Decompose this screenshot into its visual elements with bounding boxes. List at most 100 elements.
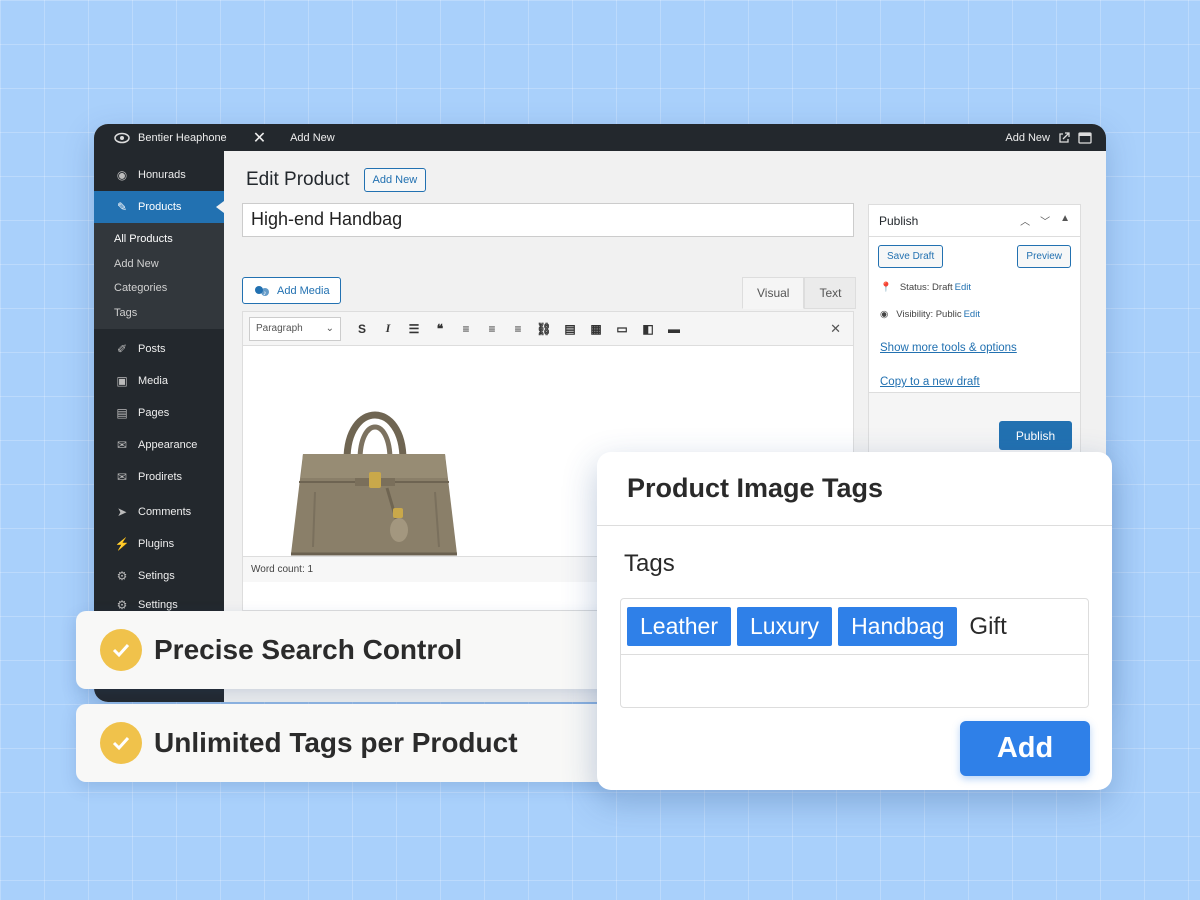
check-icon [100,722,142,764]
settings-icon: ⚙ [116,569,128,583]
feature-label: Precise Search Control [154,634,463,665]
product-title-input[interactable]: High-end Handbag [242,203,854,237]
triangle-up-icon[interactable]: ▲ [1060,213,1070,228]
bullet-list-icon[interactable]: ☰ [401,322,427,336]
align-left-icon[interactable]: ≡ [453,322,479,336]
tags-card-title: Product Image Tags [597,452,1112,526]
adminbar-right: Add New [1005,132,1092,144]
sidebar-item-label: Pages [138,407,170,419]
chevron-up-icon[interactable]: ︿ [1020,213,1030,228]
fullscreen-icon[interactable]: ▬ [661,322,687,336]
feature-precise-search: Precise Search Control [76,611,616,689]
link-icon[interactable]: ⛓ [531,322,557,336]
strikethrough-icon[interactable]: S [349,322,375,336]
pin-icon: 📍 [880,282,892,293]
align-right-icon[interactable]: ≡ [505,322,531,336]
status-edit-link[interactable]: Edit [955,282,971,293]
blockquote-icon[interactable]: ❝ [427,322,453,336]
check-icon [100,629,142,671]
submenu-tags[interactable]: Tags [94,301,224,326]
pin-icon: ✎ [116,200,128,214]
add-media-button[interactable]: ♪ Add Media [242,277,341,304]
format-select-value: Paragraph [256,323,303,334]
tag-input-box[interactable]: Leather Luxury Handbag Gift [620,598,1089,708]
sidebar-item-prodirets[interactable]: ✉ Prodirets [94,461,224,493]
adminbar-add-new-right[interactable]: Add New [1005,132,1050,144]
tag-row: Leather Luxury Handbag Gift [621,599,1088,655]
site-name: Bentier Heaphone [138,131,227,144]
editor-toolbar: Paragraph ⌄ S I ☰ ❝ ≡ ≡ ≡ ⛓ ▤ ▦ ▭ ◧ ▬ ✕ [243,312,853,346]
page-title-row: Edit Product Add New [246,168,427,192]
close-icon[interactable]: ✕ [253,128,266,148]
pages-icon: ▤ [116,406,128,420]
products-icon: ✉ [116,470,128,484]
sidebar-item-label: Posts [138,343,166,355]
tab-visual[interactable]: Visual [742,277,805,309]
sidebar-item-label: Plugins [138,538,175,550]
sidebar-item-label: Products [138,201,182,213]
dashboard-icon: ◉ [116,168,128,182]
sidebar-item-plugins[interactable]: ⚡ Plugins [94,528,224,560]
preview-button[interactable]: Preview [1017,245,1071,268]
sidebar-item-comments[interactable]: ➤ Comments [94,496,224,528]
svg-text:♪: ♪ [263,290,267,297]
chevron-down-icon: ⌄ [325,323,334,334]
visibility-line: ◉ Visibility: Public Edit [869,309,1080,320]
publish-arrows: ︿ ﹀ ▲ [1020,213,1070,228]
product-image-tags-card: Product Image Tags Tags Leather Luxury H… [597,452,1112,790]
sidebar-item-pages[interactable]: ▤ Pages [94,397,224,429]
add-new-button[interactable]: Add New [363,168,427,192]
sidebar-item-label: Media [138,375,168,387]
sidebar-item-posts[interactable]: ✐ Posts [94,333,224,365]
sidebar-item-appearance[interactable]: ✉ Appearance [94,429,224,461]
status-label: Status: Draft [899,282,953,293]
submenu-categories[interactable]: Categories [94,276,224,301]
sidebar-item-media[interactable]: ▣ Media [94,365,224,397]
italic-icon[interactable]: I [375,321,401,336]
sidebar-item-label: Prodirets [138,471,183,483]
eye-icon: ◉ [880,309,889,320]
publish-button[interactable]: Publish [999,421,1072,450]
format-select[interactable]: Paragraph ⌄ [249,316,341,341]
video-icon[interactable]: ◧ [635,322,661,336]
close-icon[interactable]: ✕ [830,321,841,337]
tags-label: Tags [624,550,675,577]
tab-text[interactable]: Text [804,277,857,309]
feature-unlimited-tags: Unlimited Tags per Product [76,704,616,782]
site-eye-icon [114,132,130,143]
align-center-icon[interactable]: ≡ [479,322,505,336]
media-icon: ▣ [116,374,128,388]
submenu-all-products[interactable]: All Products [94,227,224,252]
site-link[interactable]: Bentier Heaphone [114,132,227,144]
submenu-add-new[interactable]: Add New [94,252,224,277]
handbag-image [291,411,457,556]
publish-header: Publish ︿ ﹀ ▲ [869,205,1080,237]
save-draft-button[interactable]: Save Draft [878,245,944,268]
editor-tabs: Visual Text [742,277,857,309]
visibility-edit-link[interactable]: Edit [964,309,980,320]
sidebar-item-products[interactable]: ✎ Products [94,191,224,223]
admin-bar: Bentier Heaphone ✕ Add New Add New [94,124,1106,151]
tag-input-text[interactable]: Gift [969,613,1006,641]
page-title: Edit Product [246,169,350,190]
sidebar-item-label: Appearance [138,439,198,451]
add-tag-button[interactable]: Add [960,721,1090,776]
tag-chip-handbag[interactable]: Handbag [838,607,958,646]
publish-title: Publish [879,213,919,228]
read-more-icon[interactable]: ▭ [609,322,635,336]
publish-footer: Publish [869,392,1080,458]
screen-options-icon[interactable] [1078,131,1092,144]
sidebar-item-setings[interactable]: ⚙ Setings [94,560,224,592]
table-icon[interactable]: ▦ [583,322,609,336]
horizontal-line-icon[interactable]: ▤ [557,322,583,336]
sidebar-item-dashboard[interactable]: ◉ Honurads [94,159,224,191]
more-tools-link[interactable]: Show more tools & options [869,342,1080,354]
tag-chip-luxury[interactable]: Luxury [737,607,833,646]
adminbar-add-new[interactable]: Add New [290,132,335,144]
external-link-icon[interactable] [1058,131,1070,144]
copy-draft-link[interactable]: Copy to a new draft [869,376,1080,388]
tag-chip-leather[interactable]: Leather [627,607,732,646]
appearance-icon: ✉ [116,438,128,452]
sidebar-item-label: Honurads [138,169,186,181]
chevron-down-icon[interactable]: ﹀ [1040,213,1050,228]
